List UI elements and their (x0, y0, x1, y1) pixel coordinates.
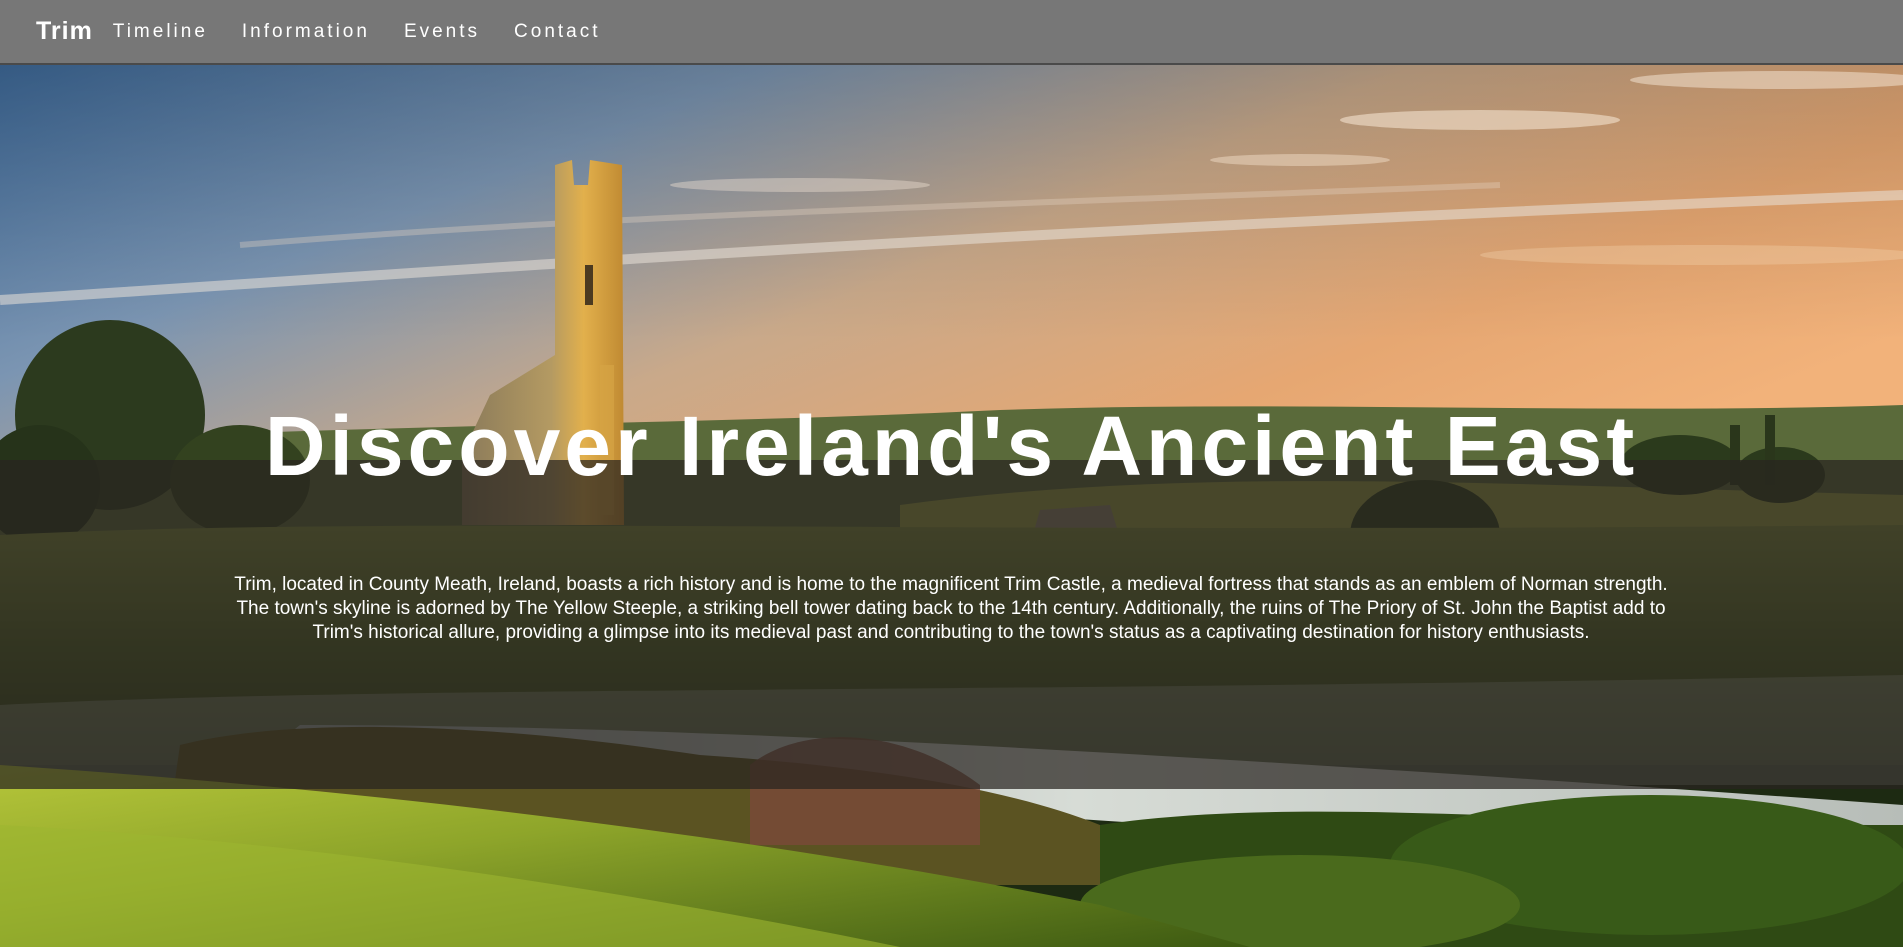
hero-section (0, 65, 1903, 947)
brand-logo-link[interactable]: Trim (36, 17, 93, 46)
nav-link-contact[interactable]: Contact (514, 21, 600, 43)
nav-link-information[interactable]: Information (242, 21, 370, 43)
hero-title: Discover Ireland's Ancient East (264, 399, 1639, 493)
nav-links: Timeline Information Events Contact (113, 21, 635, 43)
nav-link-timeline[interactable]: Timeline (113, 21, 208, 43)
page: Trim Timeline Information Events Contact (0, 0, 1903, 947)
navbar: Trim Timeline Information Events Contact (0, 0, 1903, 65)
nav-link-events[interactable]: Events (404, 21, 480, 43)
hero-description: Trim, located in County Meath, Ireland, … (234, 574, 1668, 643)
